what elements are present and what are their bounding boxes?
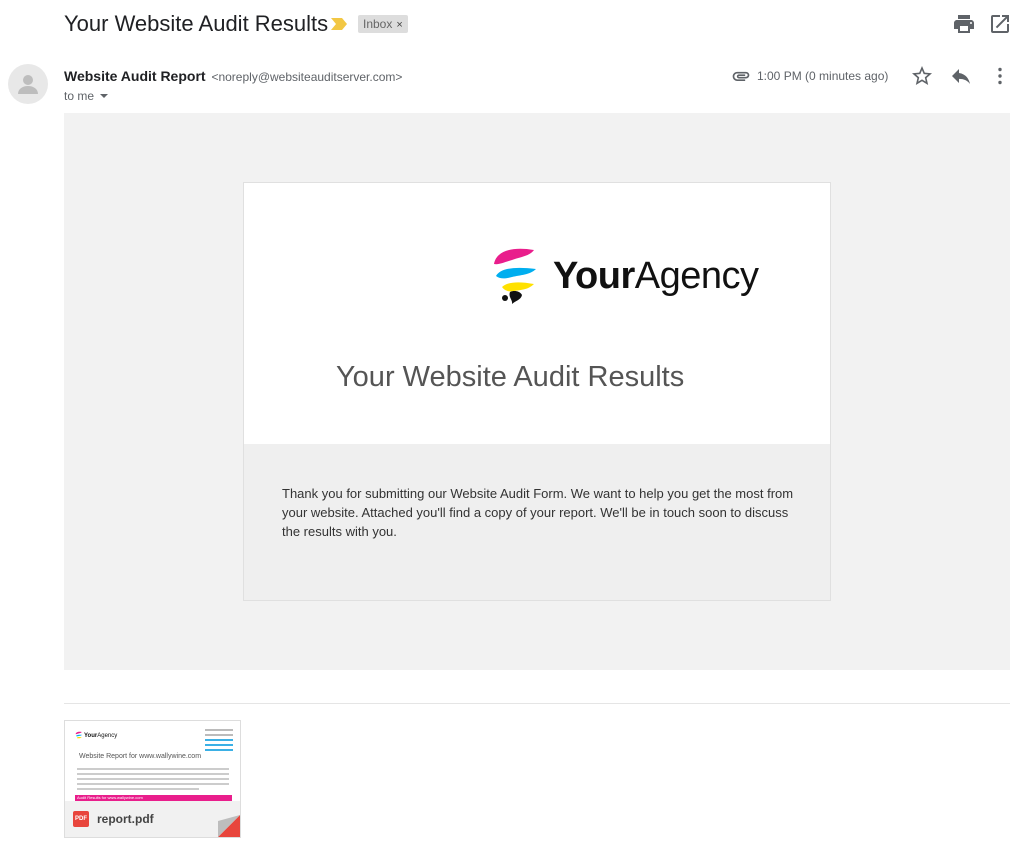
avatar-person-icon bbox=[18, 75, 38, 94]
open-in-new-window-icon[interactable] bbox=[988, 12, 1012, 36]
chevron-down-icon[interactable] bbox=[100, 94, 109, 98]
inbox-label-text: Inbox bbox=[363, 17, 393, 31]
sender-email: <noreply@websiteauditserver.com> bbox=[211, 70, 403, 84]
preview-logo-mark-icon bbox=[75, 731, 83, 739]
preview-logo-light: Agency bbox=[97, 733, 118, 739]
attachment-card[interactable]: YourAgency Website Report for www.wallyw… bbox=[64, 720, 241, 838]
remove-label-icon[interactable]: × bbox=[396, 19, 402, 31]
email-message: Thank you for submitting our Website Aud… bbox=[282, 486, 794, 539]
attachments-divider bbox=[64, 703, 1010, 704]
agency-logo-text: YourAgency bbox=[553, 255, 759, 298]
email-card-header bbox=[243, 182, 831, 445]
inbox-label-chip[interactable]: Inbox × bbox=[358, 15, 408, 33]
reply-icon[interactable] bbox=[949, 64, 973, 88]
preview-logo-bold: Your bbox=[84, 733, 98, 739]
preview-contact-lines bbox=[205, 729, 233, 751]
email-time: 1:00 PM (0 minutes ago) bbox=[757, 69, 889, 83]
agency-logo-bold: Your bbox=[553, 255, 635, 297]
recipient-details-toggle[interactable]: to me bbox=[64, 89, 109, 103]
page-curl-icon bbox=[218, 815, 240, 837]
attachment-footer: PDF report.pdf bbox=[65, 801, 240, 837]
agency-logo-mark-icon bbox=[494, 248, 536, 304]
preview-title: Website Report for www.wallywine.com bbox=[79, 753, 202, 760]
recipient-text: to me bbox=[64, 89, 95, 103]
more-vert-icon[interactable] bbox=[988, 64, 1012, 88]
star-icon[interactable] bbox=[910, 64, 934, 88]
attachment-filename[interactable]: report.pdf bbox=[97, 812, 154, 826]
sender-avatar[interactable] bbox=[8, 64, 48, 104]
print-icon[interactable] bbox=[952, 12, 976, 36]
sender-name[interactable]: Website Audit Report bbox=[64, 68, 206, 84]
agency-logo-light: Agency bbox=[634, 255, 759, 297]
paperclip-icon bbox=[732, 71, 750, 81]
preview-logo-text: YourAgency bbox=[84, 733, 117, 739]
sender-line: Website Audit Report <noreply@websiteaud… bbox=[64, 68, 402, 84]
preview-body-lines bbox=[77, 768, 229, 793]
pdf-file-icon: PDF bbox=[73, 811, 89, 827]
importance-marker-icon[interactable] bbox=[331, 18, 347, 30]
email-subject: Your Website Audit Results bbox=[64, 11, 329, 36]
email-headline: Your Website Audit Results bbox=[336, 361, 685, 393]
